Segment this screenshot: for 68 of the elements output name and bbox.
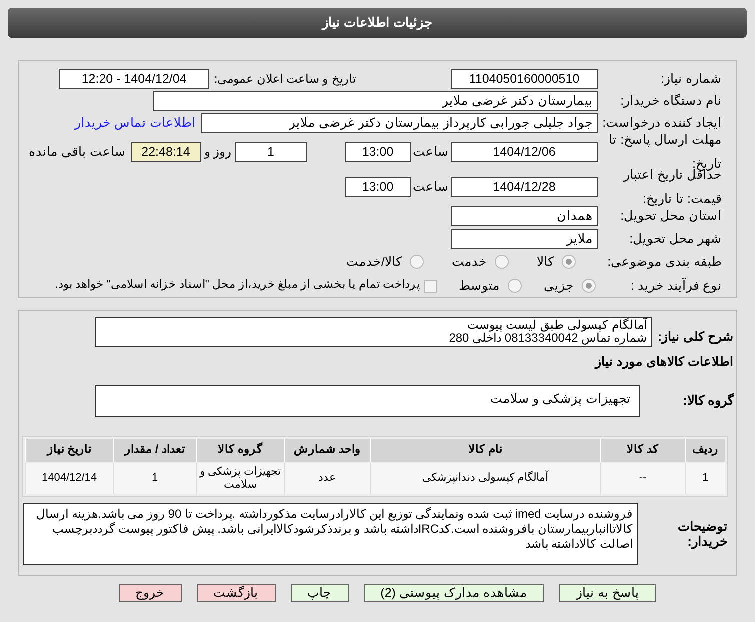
field-label: استان محل تحویل:	[620, 208, 722, 222]
field-label: شرح کلی نیاز:	[658, 330, 734, 344]
text-field[interactable]: 1104050160000510	[451, 69, 598, 89]
action-button[interactable]: خروج	[118, 584, 182, 602]
action-button[interactable]: مشاهده مدارک پیوستی (2)	[364, 584, 544, 602]
text-field[interactable]: 13:00	[345, 142, 411, 162]
field-label: گروه کالا:	[683, 393, 734, 408]
field-label: مهلت ارسال پاسخ: تا تاریخ:	[609, 133, 722, 171]
column-header: کد کالا	[600, 439, 685, 462]
description-line: آمالگام کپسولی طبق لیست پیوست	[468, 319, 647, 332]
radio-button[interactable]	[582, 279, 596, 293]
field-label: ایجاد کننده درخواست:	[602, 116, 722, 130]
radio-label: کالا/خدمت	[346, 254, 402, 271]
text-field[interactable]: همدان	[451, 206, 598, 226]
table-cell: آمالگام کپسولی دندانپزشکی	[370, 463, 600, 494]
remaining-label: ساعت باقی مانده	[29, 144, 126, 161]
field-label: نوع فرآیند خرید :	[631, 279, 722, 293]
field-label: طبقه بندی موضوعی:	[608, 255, 722, 269]
text-field[interactable]: ملایر	[451, 228, 598, 248]
table-cell: --	[600, 463, 685, 494]
table-cell: 1404/12/14	[25, 463, 113, 494]
column-header: ردیف	[685, 439, 725, 462]
radio-button[interactable]	[562, 255, 576, 269]
table-cell: تجهیزات پزشکی و سلامت	[196, 463, 284, 494]
column-header: تعداد / مقدار	[113, 439, 196, 462]
radio-label: خدمت	[452, 254, 487, 271]
section-title: اطلاعات کالاهای مورد نیاز	[596, 354, 734, 372]
checkbox-label: پرداخت تمام یا بخشی از مبلغ خرید،از محل "اسناد خزانه اسلامی" خواهد بود.	[55, 278, 420, 294]
radio-button[interactable]	[410, 255, 424, 269]
radio-button[interactable]	[508, 279, 522, 293]
radio-label: کالا	[537, 254, 554, 271]
action-button[interactable]: بازگشت	[196, 584, 276, 602]
field-label: حداقل تاریخ اعتبار قیمت: تا تاریخ:	[624, 168, 722, 206]
text-field[interactable]: جواد جلیلی جورابی کارپرداز بیمارستان دکتر غرضی ملایر	[201, 113, 598, 133]
field-label: شماره نیاز:	[661, 72, 722, 86]
text-field[interactable]: 1	[235, 142, 307, 162]
column-header: نام کالا	[370, 439, 600, 462]
field-label: توضیحات خریدار:	[677, 519, 728, 549]
action-button[interactable]: چاپ	[290, 584, 349, 602]
description-line: شماره تماس 08133340042 داخلی 280	[449, 332, 647, 345]
column-header: تاریخ نیاز	[25, 439, 113, 462]
table-cell: عدد	[284, 463, 370, 494]
checkbox[interactable]	[424, 280, 437, 292]
text-field[interactable]: 1404/12/04 - 12:20	[59, 69, 210, 89]
radio-label: جزیی	[544, 278, 574, 295]
page-title: جزئیات اطلاعات نیاز	[322, 14, 433, 32]
text-field[interactable]: 1404/12/06	[451, 142, 598, 162]
column-header: واحد شمارش	[284, 439, 370, 462]
time-label: ساعت	[412, 144, 450, 161]
days-label: روز و	[203, 144, 233, 161]
field-label: شهر محل تحویل:	[630, 232, 722, 246]
column-header: گروه کالا	[196, 439, 284, 462]
text-field[interactable]: 13:00	[345, 177, 411, 197]
buyer-contact-link[interactable]: اطلاعات تماس خریدار	[75, 114, 196, 132]
text-field[interactable]: 22:48:14	[131, 142, 201, 162]
buyer-notes-box[interactable]: فروشنده درسایت imed ثبت شده ونمایندگی توزیع این کالارادرسایت مذکورداشته .پرداخت تا 90 روز می باشد.هزینه ارسال کالاتاانباربیمارستان بافروشنده است.کدIRCداشته باشد و برندذکرشودکالاایرانی باشد. پیش فاکتور پیوست گرددبرچسب اصالت کالاداشته باشد	[23, 503, 638, 565]
text-field[interactable]: بیمارستان دکتر غرضی ملایر	[153, 91, 598, 111]
time-label: ساعت	[412, 178, 450, 196]
table-cell: 1	[113, 463, 196, 494]
field-label: تاریخ و ساعت اعلان عمومی:	[214, 71, 356, 88]
action-button[interactable]: پاسخ به نیاز	[559, 584, 656, 602]
description-box[interactable]: آمالگام کپسولی طبق لیست پیوست شماره تماس 08133340042 داخلی 280	[95, 317, 652, 347]
field-label: نام دستگاه خریدار:	[620, 94, 722, 108]
text-field[interactable]: 1404/12/28	[451, 177, 598, 197]
table-cell: 1	[685, 463, 725, 494]
radio-button[interactable]	[495, 255, 509, 269]
radio-label: متوسط	[459, 278, 500, 295]
goods-group-box[interactable]: تجهیزات پزشکی و سلامت	[95, 385, 640, 417]
